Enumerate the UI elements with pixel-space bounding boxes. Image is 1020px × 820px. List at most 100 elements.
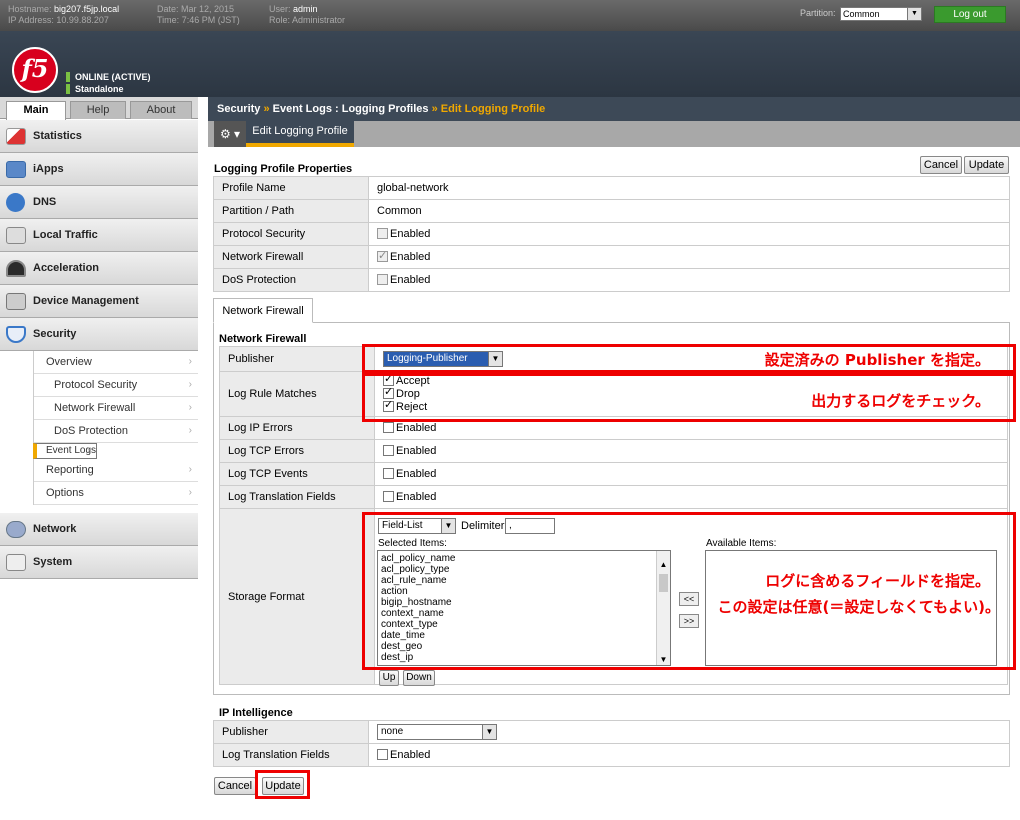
sidebar-item-dns[interactable]: DNS xyxy=(0,186,198,219)
role-value: Administrator xyxy=(292,15,346,25)
logout-button[interactable]: Log out xyxy=(934,6,1006,23)
ip-value: 10.99.88.207 xyxy=(56,15,109,25)
status-standalone: Standalone xyxy=(66,83,151,95)
partition-path-value: Common xyxy=(368,199,1010,223)
protocol-security-checkbox xyxy=(377,228,388,239)
sidebar-item-network[interactable]: Network xyxy=(0,513,198,546)
sidebar-item-local-traffic[interactable]: Local Traffic xyxy=(0,219,198,252)
tab-help[interactable]: Help xyxy=(70,101,126,119)
breadcrumb: Security » Event Logs : Logging Profiles… xyxy=(208,97,1020,121)
annotation-fields-1: ログに含めるフィールドを指定。 xyxy=(765,572,990,590)
hostname-value: big207.f5jp.local xyxy=(54,4,120,14)
properties-title: Logging Profile Properties xyxy=(214,163,353,175)
ip-label: IP Address: xyxy=(8,15,54,25)
sub-tab-bar: ⚙ ▾ Edit Logging Profile xyxy=(208,121,1020,147)
sidebar-item-protocol-security[interactable]: Protocol Security › xyxy=(34,374,198,397)
sidebar-item-dos-protection[interactable]: DoS Protection › xyxy=(34,420,198,443)
sidebar-label: DNS xyxy=(33,196,57,208)
row-label: Log Rule Matches xyxy=(219,371,375,417)
sidebar-label: Security xyxy=(33,328,77,340)
network-firewall-title: Network Firewall xyxy=(219,333,307,345)
chevron-right-icon: › xyxy=(188,464,192,475)
breadcrumb-separator: » xyxy=(431,103,438,115)
user-value: admin xyxy=(293,4,318,14)
breadcrumb-security[interactable]: Security xyxy=(217,103,260,115)
sidebar-item-device-management[interactable]: Device Management xyxy=(0,285,198,318)
up-button[interactable]: Up xyxy=(379,670,399,686)
properties-table: Profile Name global-network Partition / P… xyxy=(213,176,1010,292)
sidebar-item-network-firewall[interactable]: Network Firewall › xyxy=(34,397,198,420)
row-label: Profile Name xyxy=(213,176,369,200)
network-firewall-checkbox xyxy=(377,249,388,262)
translation-fields-checkbox[interactable] xyxy=(383,491,394,502)
cancel-button-top[interactable]: Cancel xyxy=(920,156,962,174)
tab-main[interactable]: Main xyxy=(6,101,66,120)
cancel-button[interactable]: Cancel xyxy=(214,777,256,795)
partition-select[interactable]: Common ▼ xyxy=(840,7,922,21)
down-button[interactable]: Down xyxy=(403,670,435,686)
checkbox-label: Enabled xyxy=(396,445,437,457)
checkbox-label: Enabled xyxy=(390,749,431,761)
device-icon xyxy=(6,293,26,310)
sidebar-item-security[interactable]: Security xyxy=(0,318,198,351)
sidebar-item-options[interactable]: Options › xyxy=(34,482,198,505)
header: f5 ONLINE (ACTIVE) Standalone xyxy=(0,31,1020,97)
sidebar-item-acceleration[interactable]: Acceleration xyxy=(0,252,198,285)
hostname-label: Hostname: xyxy=(8,4,52,14)
tab-about[interactable]: About xyxy=(130,101,192,119)
table-row: Partition / Path Common xyxy=(213,199,1010,223)
top-bar: Hostname: big207.f5jp.local IP Address: … xyxy=(0,0,1020,31)
row-label: Partition / Path xyxy=(213,199,369,223)
chevron-right-icon: › xyxy=(86,445,91,456)
row-label: Log Translation Fields xyxy=(213,743,369,767)
annotation-fields-2: この設定は任意(＝設定しなくてもよい)。 xyxy=(717,598,1000,616)
update-button-top[interactable]: Update xyxy=(964,156,1009,174)
ip-errors-checkbox[interactable] xyxy=(383,422,394,433)
submenu-label: Options xyxy=(46,487,84,499)
partition-label: Partition: xyxy=(800,8,836,18)
gauge-icon xyxy=(6,260,26,277)
breadcrumb-logging-profiles[interactable]: Event Logs : Logging Profiles xyxy=(273,103,429,115)
submenu-label: Protocol Security xyxy=(54,379,138,391)
table-row: Log Translation Fields Enabled xyxy=(219,485,1008,509)
row-label: Log TCP Events xyxy=(219,462,375,486)
sidebar-item-reporting[interactable]: Reporting › xyxy=(34,459,198,482)
sidebar-item-iapps[interactable]: iApps xyxy=(0,153,198,186)
ipi-publisher-select[interactable]: none ▼ xyxy=(377,724,497,740)
tcp-errors-checkbox[interactable] xyxy=(383,445,394,456)
submenu-label: Overview xyxy=(46,356,92,368)
sidebar-item-overview[interactable]: Overview › xyxy=(34,351,198,374)
sidebar-item-system[interactable]: System xyxy=(0,546,198,579)
tab-network-firewall[interactable]: Network Firewall xyxy=(213,298,313,323)
host-info: Hostname: big207.f5jp.local IP Address: … xyxy=(8,4,119,26)
row-label: DoS Protection xyxy=(213,268,369,292)
shield-icon xyxy=(6,326,26,343)
checkbox-label: Enabled xyxy=(390,251,431,263)
role-label: Role: xyxy=(269,15,291,25)
ipi-translation-checkbox[interactable] xyxy=(377,749,388,760)
nav-tabs: Main Help About xyxy=(0,97,198,120)
chevron-down-icon: ▼ xyxy=(907,8,921,20)
table-row: Publisher none ▼ xyxy=(213,720,1010,744)
gear-menu-icon[interactable]: ⚙ ▾ xyxy=(214,121,246,147)
sidebar-label: Network xyxy=(33,523,77,535)
date-label: Date: xyxy=(157,4,179,14)
row-label: Publisher xyxy=(219,346,375,372)
time-value: 7:46 PM (JST) xyxy=(181,15,240,25)
row-label: Storage Format xyxy=(219,508,375,685)
ip-intelligence-table: Publisher none ▼ Log Translation Fields En… xyxy=(213,720,1010,767)
row-label: Network Firewall xyxy=(213,245,369,269)
ipi-publisher-value: none xyxy=(381,726,404,737)
tcp-events-checkbox[interactable] xyxy=(383,468,394,479)
sidebar-label: Local Traffic xyxy=(33,229,98,241)
device-status: ONLINE (ACTIVE) Standalone xyxy=(66,71,151,95)
checkbox-label: Enabled xyxy=(396,491,437,503)
sidebar-label: System xyxy=(33,556,73,568)
tab-edit-logging-profile[interactable]: Edit Logging Profile xyxy=(246,121,354,147)
sidebar-label: Acceleration xyxy=(33,262,100,274)
sidebar-label: Device Management xyxy=(33,295,139,307)
sidebar-item-event-logs[interactable]: Event Logs › xyxy=(33,443,98,459)
user-label: User: xyxy=(269,4,291,14)
sidebar-item-statistics[interactable]: Statistics xyxy=(0,120,198,153)
table-row: DoS Protection Enabled xyxy=(213,268,1010,292)
